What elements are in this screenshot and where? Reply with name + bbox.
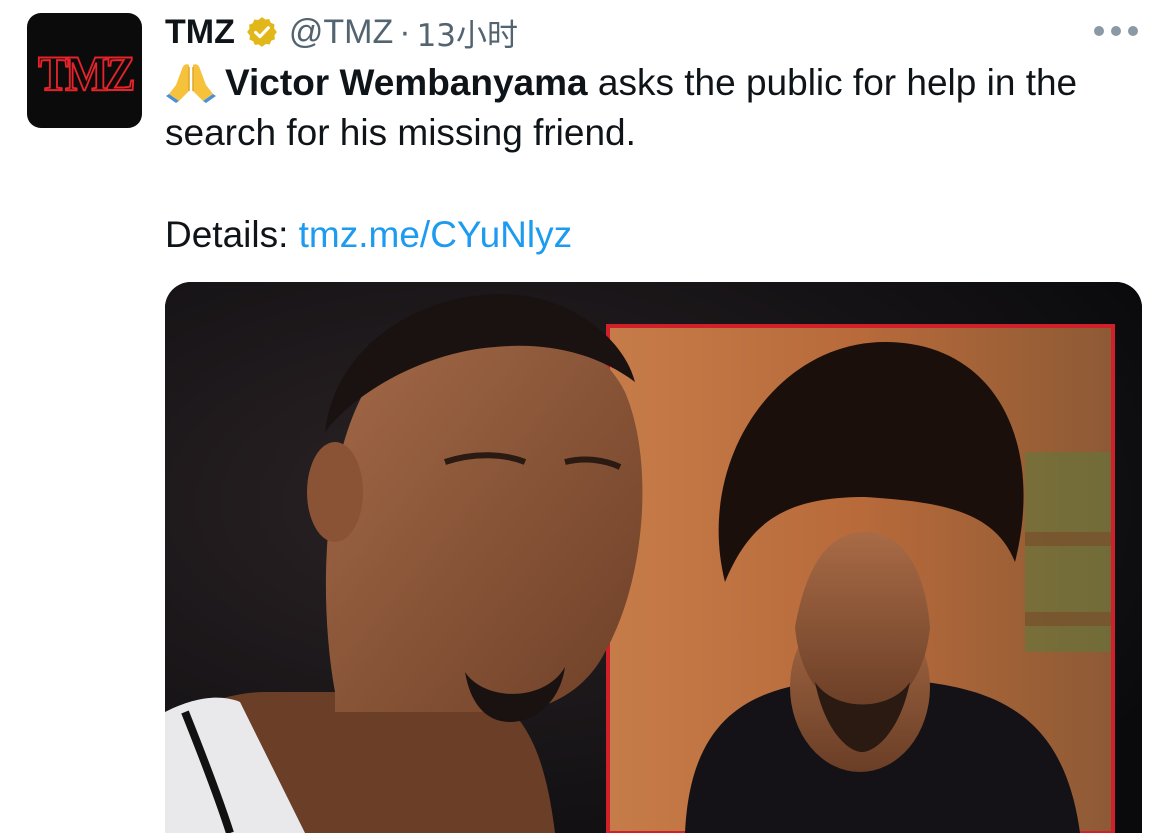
media-photo-illustration bbox=[165, 282, 1142, 833]
more-dot bbox=[1094, 26, 1104, 36]
tmz-logo: TMZ bbox=[37, 44, 136, 102]
tweet-header: TMZ @TMZ · 13小时 bbox=[165, 10, 518, 55]
details-label: Details: bbox=[165, 214, 299, 255]
account-avatar[interactable]: TMZ bbox=[27, 13, 142, 128]
tweet-details-line: Details: tmz.me/CYuNlyz bbox=[165, 210, 572, 260]
tweet-text: Victor Wembanyama asks the public for he… bbox=[165, 58, 1125, 158]
tweet-link[interactable]: tmz.me/CYuNlyz bbox=[299, 214, 572, 255]
more-options-icon[interactable] bbox=[1094, 22, 1138, 40]
separator-dot: · bbox=[399, 12, 411, 51]
verified-badge-icon bbox=[246, 17, 277, 47]
mentioned-name: Victor Wembanyama bbox=[225, 62, 588, 103]
account-name[interactable]: TMZ bbox=[165, 13, 235, 52]
tweet-media-image[interactable] bbox=[165, 282, 1142, 833]
tweet-timestamp[interactable]: 13小时 bbox=[417, 10, 518, 55]
account-handle[interactable]: @TMZ bbox=[289, 13, 393, 52]
more-dot bbox=[1111, 26, 1121, 36]
folded-hands-icon bbox=[166, 64, 216, 103]
more-dot bbox=[1128, 26, 1138, 36]
